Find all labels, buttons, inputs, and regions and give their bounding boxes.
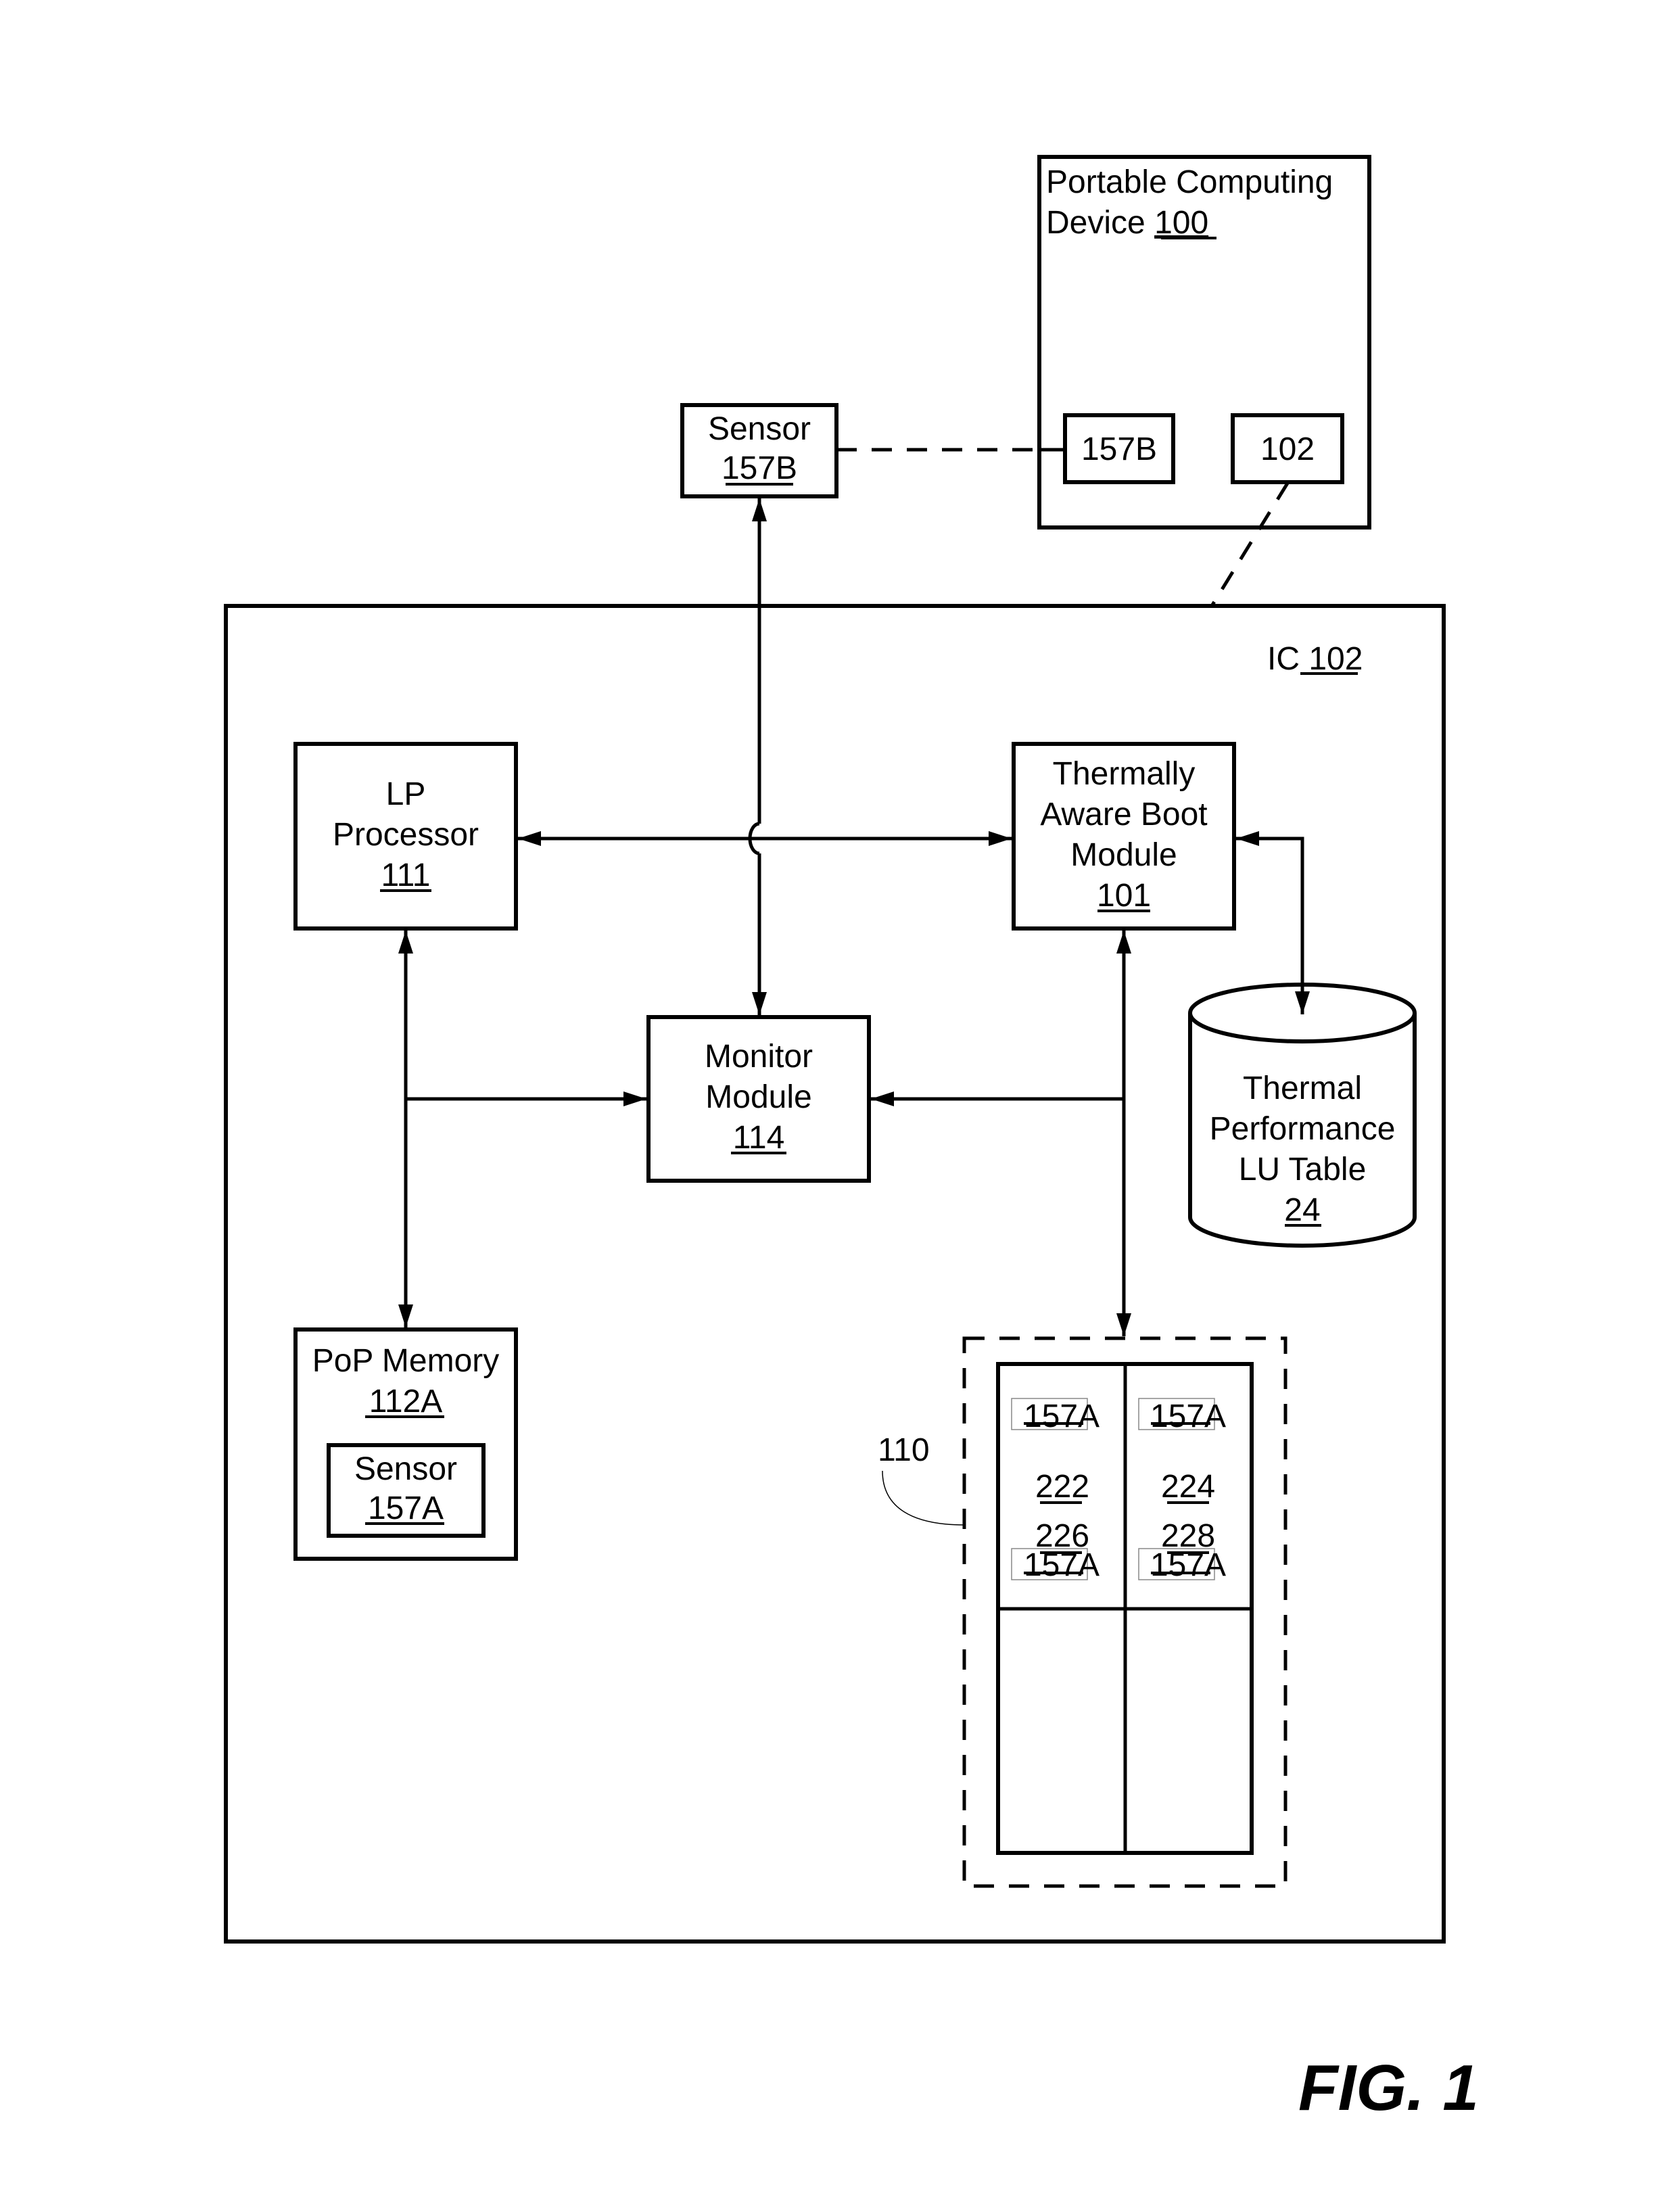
patent-diagram: .box { fill: none; stroke: #000; stroke-… — [224, 155, 1479, 2124]
pop-memory-ref: 112A — [369, 1384, 443, 1419]
monitor-module-line1: Monitor — [705, 1039, 813, 1075]
lu-table-ref: 24 — [1284, 1192, 1320, 1228]
core-228-sensor-ref: 157A — [1150, 1547, 1226, 1583]
thermally-aware-boot-module-101: Thermally Aware Boot Module 101 — [1012, 742, 1236, 931]
lu-table-line3: LU Table — [1239, 1152, 1367, 1187]
monitor-module-114: Monitor Module 114 — [646, 1015, 871, 1183]
figure-label: FIG. 1 — [1298, 2052, 1479, 2124]
monitor-module-line2: Module — [705, 1079, 811, 1115]
core-222-ref: 222 — [1035, 1469, 1089, 1505]
core-228: 228 157A — [1138, 1518, 1226, 1583]
boot-module-line3: Module — [1070, 837, 1177, 873]
external-sensor-157b: Sensor 157B — [680, 403, 838, 498]
pop-memory-label: PoP Memory — [312, 1343, 500, 1379]
lp-processor-line1: LP — [386, 776, 426, 812]
core-226: 226 157A — [1011, 1518, 1100, 1583]
lp-processor-111: LP Processor 111 — [293, 742, 518, 931]
boot-module-line2: Aware Boot — [1040, 797, 1207, 832]
boot-module-line1: Thermally — [1053, 756, 1196, 792]
lu-table-line2: Performance — [1210, 1111, 1396, 1147]
pop-memory-112a: PoP Memory 112A Sensor 157A — [293, 1327, 518, 1561]
pcd-ic-102-ref: 102 — [1260, 431, 1315, 467]
pop-sensor-ref: 157A — [368, 1490, 444, 1526]
core-222-sensor-ref: 157A — [1024, 1398, 1100, 1434]
lp-processor-ref: 111 — [381, 857, 431, 893]
pcd-title-line2: Device 100 — [1046, 205, 1208, 241]
core-226-sensor-ref: 157A — [1024, 1547, 1100, 1583]
monitor-module-ref: 114 — [733, 1120, 785, 1156]
ic-label: IC 102 — [1267, 641, 1363, 677]
pcd-sensor-157b-ref: 157B — [1081, 431, 1157, 467]
core-224-ref: 224 — [1161, 1469, 1215, 1505]
core-222: 222 157A — [1011, 1398, 1100, 1505]
cores-group-110: 110 222 157A 224 157A 226 157A 228 157A — [878, 1336, 1287, 1888]
pop-sensor-label: Sensor — [354, 1451, 457, 1487]
cores-leader-line — [882, 1470, 965, 1526]
thermal-performance-lu-table-24: Thermal Performance LU Table 24 — [1188, 983, 1417, 1248]
lu-table-line1: Thermal — [1243, 1070, 1362, 1106]
core-224: 224 157A — [1138, 1398, 1226, 1505]
pcd-ref: 100 — [1154, 205, 1208, 241]
core-224-sensor-ref: 157A — [1150, 1398, 1226, 1434]
arrows — [398, 498, 1310, 1336]
pcd-title-line1: Portable Computing — [1046, 164, 1333, 200]
lp-processor-line2: Processor — [333, 817, 479, 853]
external-sensor-label: Sensor — [708, 411, 811, 447]
boot-module-ref: 101 — [1097, 878, 1151, 914]
cores-group-ref: 110 — [878, 1432, 930, 1468]
portable-computing-device: Portable Computing Device 100 157B 102 — [1037, 155, 1371, 530]
external-sensor-ref: 157B — [722, 450, 797, 486]
pcd-ic-to-ic-connector — [1210, 481, 1290, 607]
